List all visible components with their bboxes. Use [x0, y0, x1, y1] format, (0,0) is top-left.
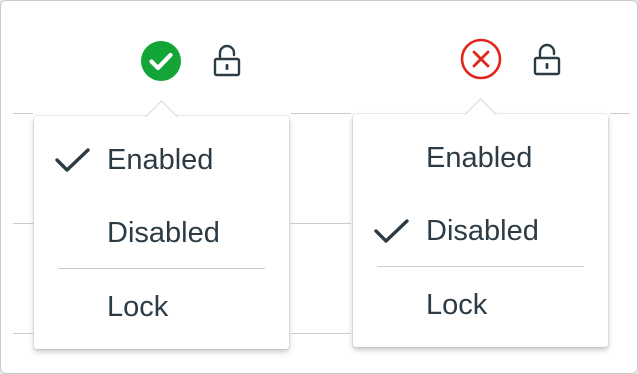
menu-item-lock[interactable]: Lock: [34, 277, 289, 337]
menu-caret: [464, 98, 497, 131]
check-circle-icon[interactable]: [140, 40, 182, 82]
menu-item-enabled[interactable]: Enabled: [34, 130, 289, 190]
status-menu-enabled: Enabled Disabled Lock: [34, 100, 289, 349]
menu-divider: [58, 268, 265, 269]
unlocked-padlock-icon[interactable]: [212, 43, 242, 79]
table-row-divider: [291, 333, 351, 334]
menu-caret: [145, 100, 178, 133]
table-row-divider: [13, 113, 33, 114]
table-row-divider: [291, 223, 351, 224]
unlocked-padlock-icon[interactable]: [532, 42, 562, 78]
table-row-divider: [291, 113, 351, 114]
menu-item-enabled[interactable]: Enabled: [353, 128, 608, 188]
checkmark-icon: [373, 218, 411, 244]
menu-item-lock[interactable]: Lock: [353, 275, 608, 335]
screenshot-frame: Enabled Disabled Lock Enabled Disabled L…: [0, 0, 638, 374]
checkmark-icon: [54, 147, 92, 173]
table-row-divider: [13, 333, 33, 334]
menu-item-label: Enabled: [426, 141, 533, 174]
menu-item-label: Lock: [107, 290, 169, 323]
menu-item-label: Disabled: [107, 216, 220, 249]
menu-item-label: Enabled: [107, 143, 214, 176]
x-circle-icon[interactable]: [460, 38, 502, 80]
table-row-divider: [610, 113, 630, 114]
menu-item-label: Disabled: [426, 214, 539, 247]
menu-divider: [377, 266, 584, 267]
menu-item-disabled[interactable]: Disabled: [353, 201, 608, 261]
menu-item-label: Lock: [426, 288, 488, 321]
menu-item-disabled[interactable]: Disabled: [34, 203, 289, 263]
status-menu-disabled: Enabled Disabled Lock: [353, 98, 608, 347]
table-row-divider: [13, 223, 33, 224]
